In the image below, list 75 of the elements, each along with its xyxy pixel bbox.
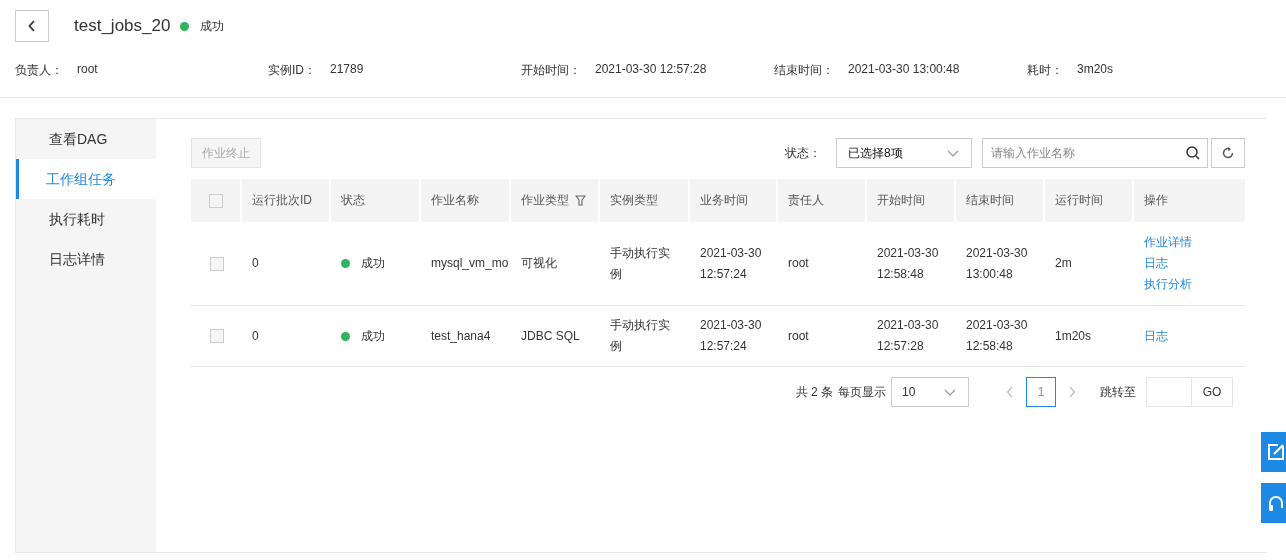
search-field[interactable]: 请输入作业名称: [982, 138, 1208, 168]
table-cell-text: 2021-03-30 12:57:28: [877, 317, 940, 355]
headset-icon: [1267, 494, 1285, 512]
refresh-icon: [1222, 147, 1234, 159]
table-cell-text: 手动执行实例: [610, 317, 671, 355]
info-value: 3m20s: [1077, 62, 1114, 78]
sidebar-item[interactable]: 查看DAG: [16, 119, 156, 159]
table-cell-text: root: [788, 255, 809, 272]
info-value: 2021-03-30 13:00:48: [848, 62, 960, 78]
info-label: 结束时间：: [774, 62, 834, 79]
action-link[interactable]: 日志: [1144, 253, 1168, 274]
action-link[interactable]: 日志: [1144, 325, 1168, 347]
info-label: 实例ID：: [268, 62, 316, 79]
chevron-left-icon: [1006, 386, 1014, 398]
column-header: 结束时间: [966, 192, 1014, 209]
table-cell-text: 2021-03-30 12:57:24: [700, 244, 763, 283]
row-checkbox[interactable]: [209, 329, 224, 343]
chevron-right-icon: [1068, 386, 1076, 398]
table-cell-text: JDBC SQL: [521, 327, 580, 345]
table-cell-text: 2021-03-30 12:57:24: [700, 317, 763, 355]
total-count: 共 2 条: [795, 383, 833, 401]
column-header: 操作: [1144, 192, 1168, 209]
info-label: 负责人：: [15, 62, 63, 79]
info-value: root: [77, 62, 98, 78]
table-cell-text: root: [788, 327, 809, 345]
table-cell-text: 0: [252, 255, 259, 272]
table-cell-text: 2021-03-30 12:58:48: [877, 244, 940, 283]
column-header: 状态: [341, 192, 365, 209]
info-value: 2021-03-30 12:57:28: [595, 62, 707, 78]
column-header: 业务时间: [700, 192, 748, 209]
job-title: test_jobs_20: [74, 16, 171, 36]
chevron-left-icon: [28, 20, 36, 32]
table-cell-text: 2021-03-30 13:00:48: [966, 244, 1029, 283]
status-text: 成功: [200, 17, 225, 35]
action-link[interactable]: 执行分析: [1144, 274, 1192, 295]
support-button[interactable]: [1261, 483, 1286, 523]
table-cell-text: 手动执行实例: [610, 244, 671, 283]
column-header: 运行时间: [1055, 192, 1103, 209]
sidebar-item[interactable]: 执行耗时: [16, 199, 156, 239]
page-jump-field[interactable]: GO: [1146, 377, 1233, 407]
page-size-label: 每页显示: [838, 383, 886, 401]
search-icon: [1186, 146, 1200, 160]
refresh-button[interactable]: [1211, 138, 1245, 168]
info-value: 21789: [330, 62, 364, 78]
table-cell-text: test_hana4: [431, 327, 491, 345]
chevron-down-icon: [947, 149, 959, 157]
page-size-select[interactable]: 10: [891, 377, 969, 407]
status-select[interactable]: 已选择8项: [836, 138, 972, 168]
status-filter-label: 状态：: [785, 144, 821, 162]
column-header: 责任人: [788, 192, 824, 209]
table-cell-text: 可视化: [521, 255, 557, 272]
column-header: 作业类型: [521, 192, 569, 209]
table-cell-text: 成功: [361, 327, 385, 345]
edit-button[interactable]: [1261, 432, 1286, 472]
table-cell-text: mysql_vm_mo: [431, 255, 509, 272]
column-header: 运行批次ID: [252, 192, 312, 209]
checkbox[interactable]: [208, 193, 223, 208]
action-link[interactable]: 作业详情: [1144, 232, 1192, 253]
table-cell-text: 2021-03-30 12:58:48: [966, 317, 1029, 355]
column-header: 开始时间: [877, 192, 925, 209]
back-button[interactable]: [15, 10, 49, 42]
sidebar-item[interactable]: 日志详情: [16, 239, 156, 279]
column-header: 实例类型: [610, 192, 658, 209]
jump-label: 跳转至: [1100, 383, 1136, 401]
table-cell-text: 0: [252, 327, 259, 345]
chevron-down-icon: [944, 388, 956, 396]
table-cell-text: 成功: [361, 255, 385, 272]
column-header: 作业名称: [431, 192, 479, 209]
table-cell-text: 2m: [1055, 255, 1072, 272]
sidebar-item[interactable]: 工作组任务: [16, 159, 156, 199]
row-checkbox[interactable]: [209, 256, 224, 271]
info-label: 开始时间：: [521, 62, 581, 79]
edit-icon: [1267, 443, 1285, 461]
info-label: 耗时：: [1027, 62, 1063, 79]
table-cell-text: 1m20s: [1055, 327, 1092, 345]
